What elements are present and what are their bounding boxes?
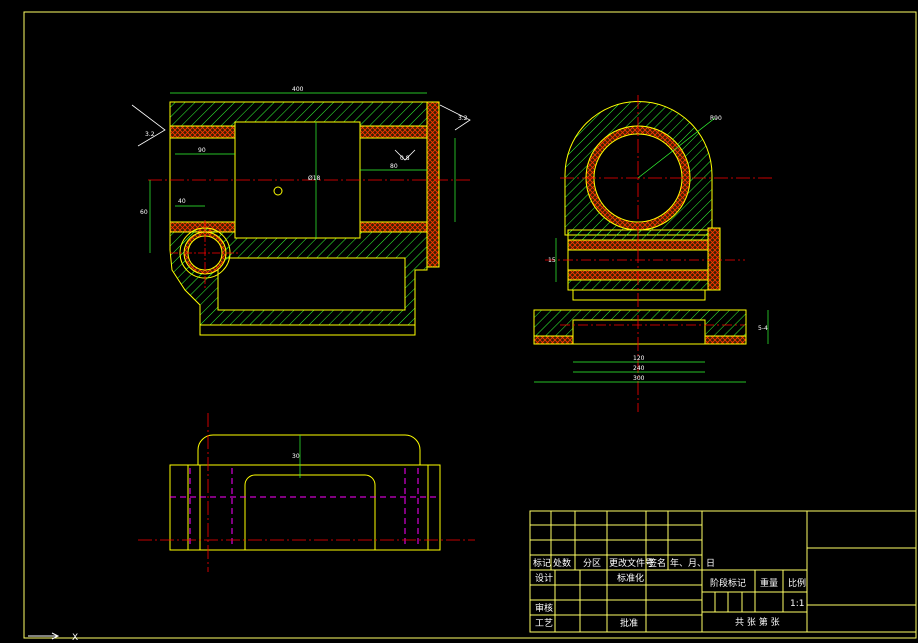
tb-process: 工艺 bbox=[535, 618, 553, 629]
dim-radius: R90 bbox=[710, 115, 722, 122]
tb-header-mark: 标记 bbox=[533, 557, 551, 569]
tb-scale: 比例 bbox=[788, 577, 806, 589]
dim-base-w3: 300 bbox=[633, 375, 645, 382]
top-view: 30 bbox=[138, 413, 475, 572]
tb-standard: 标准化 bbox=[617, 572, 644, 584]
dim-top: 400 bbox=[292, 86, 304, 93]
dim-vert: 15 bbox=[548, 257, 556, 264]
tb-header-sign: 签名 bbox=[648, 557, 666, 569]
tb-scale-value: 1:1 bbox=[790, 599, 804, 609]
tb-header-count: 处数 bbox=[553, 557, 571, 569]
axis-x-label: X bbox=[72, 633, 78, 643]
tb-design: 设计 bbox=[535, 572, 553, 584]
front-view: 400 90 60 40 Ø18 80 3.2 3.2 0.8 bbox=[131, 86, 471, 336]
roughness-left: 3.2 bbox=[145, 131, 155, 138]
cad-drawing-canvas: 400 90 60 40 Ø18 80 3.2 3.2 0.8 R90 15 1… bbox=[23, 11, 917, 643]
dim-small-bore: 40 bbox=[178, 198, 186, 205]
side-view: R90 15 120 240 300 5-4 bbox=[533, 95, 775, 412]
drawing-frame bbox=[23, 11, 917, 639]
dim-top-height: 30 bbox=[292, 453, 300, 460]
dim-base-w2: 240 bbox=[633, 365, 645, 372]
dim-base-w1: 120 bbox=[633, 355, 645, 362]
dim-left-height: 60 bbox=[140, 209, 148, 216]
tb-stage-mark: 阶段标记 bbox=[710, 577, 746, 589]
dim-center-height: Ø18 bbox=[308, 175, 321, 182]
title-block-labels: 标记 处数 分区 更改文件号 签名 年、月、日 设计 标准化 审核 工艺 批准 … bbox=[533, 557, 806, 629]
tb-approve: 批准 bbox=[620, 617, 638, 629]
roughness-right: 3.2 bbox=[458, 115, 468, 122]
tb-review: 审核 bbox=[535, 602, 553, 614]
tb-header-date: 年、月、日 bbox=[670, 557, 715, 569]
dim-base-h: 5-4 bbox=[758, 325, 768, 332]
tb-header-zone: 分区 bbox=[583, 558, 601, 569]
title-block bbox=[529, 510, 917, 633]
roughness-mid: 0.8 bbox=[400, 155, 410, 162]
dim-left-bore: 90 bbox=[198, 147, 206, 154]
tb-weight: 重量 bbox=[760, 577, 778, 589]
dim-right-offset: 80 bbox=[390, 163, 398, 170]
tb-sheets: 共 张 第 张 bbox=[735, 616, 780, 628]
